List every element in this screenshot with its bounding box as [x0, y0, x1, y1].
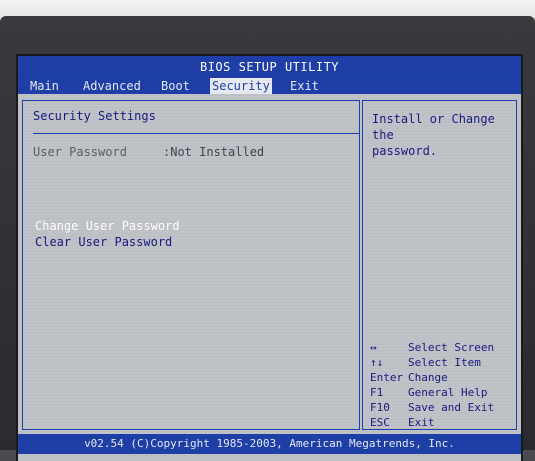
menu-bar: Main Advanced Boot Security Exit — [18, 78, 521, 94]
copyright-text: v02.54 (C)Copyright 1985-2003, American … — [84, 437, 455, 450]
key-row-general-help: F1 General Help — [370, 386, 515, 401]
key-row-save-exit: F10 Save and Exit — [370, 401, 515, 416]
key-desc: Change — [408, 371, 448, 384]
section-divider — [33, 133, 359, 134]
key-desc: General Help — [408, 386, 488, 399]
key-desc: Select Screen — [408, 341, 495, 354]
key-desc: Select Item — [408, 356, 481, 369]
title-bar: BIOS SETUP UTILITY Main Advanced Boot Se… — [18, 56, 521, 94]
menu-exit[interactable]: Exit — [288, 78, 321, 94]
key-row-select-screen: ↔ Select Screen — [370, 341, 515, 356]
section-title: Security Settings — [33, 109, 156, 123]
key-desc: Exit — [408, 416, 435, 429]
user-password-status: :Not Installed — [163, 145, 265, 159]
help-panel: Install or Change the password. ↔ Select… — [362, 100, 517, 430]
user-password-label: User Password — [33, 145, 127, 159]
key-esc: ESC — [370, 416, 390, 429]
menu-advanced[interactable]: Advanced — [81, 78, 143, 94]
key-row-change: Enter Change — [370, 371, 515, 386]
key-desc: Save and Exit — [408, 401, 495, 414]
bios-title: BIOS SETUP UTILITY — [199, 60, 340, 74]
key-enter: Enter — [370, 371, 404, 384]
change-user-password-option[interactable]: Change User Password — [35, 219, 180, 233]
key-row-select-item: ↑↓ Select Item — [370, 356, 515, 371]
settings-panel: Security Settings User Password :Not Ins… — [22, 100, 360, 430]
menu-main[interactable]: Main — [28, 78, 61, 94]
key-row-exit: ESC Exit — [370, 416, 515, 431]
menu-security[interactable]: Security — [210, 78, 272, 94]
monitor-bezel: BIOS SETUP UTILITY Main Advanced Boot Se… — [0, 16, 535, 461]
bios-screen: BIOS SETUP UTILITY Main Advanced Boot Se… — [18, 56, 521, 461]
left-right-arrow-icon: ↔ — [370, 341, 377, 354]
footer-bar: v02.54 (C)Copyright 1985-2003, American … — [18, 434, 521, 454]
menu-boot[interactable]: Boot — [159, 78, 192, 94]
key-f10: F10 — [370, 401, 390, 414]
key-f1: F1 — [370, 386, 384, 399]
clear-user-password-option[interactable]: Clear User Password — [35, 235, 172, 249]
help-text: Install or Change the password. — [372, 112, 495, 158]
up-down-arrow-icon: ↑↓ — [370, 356, 384, 369]
